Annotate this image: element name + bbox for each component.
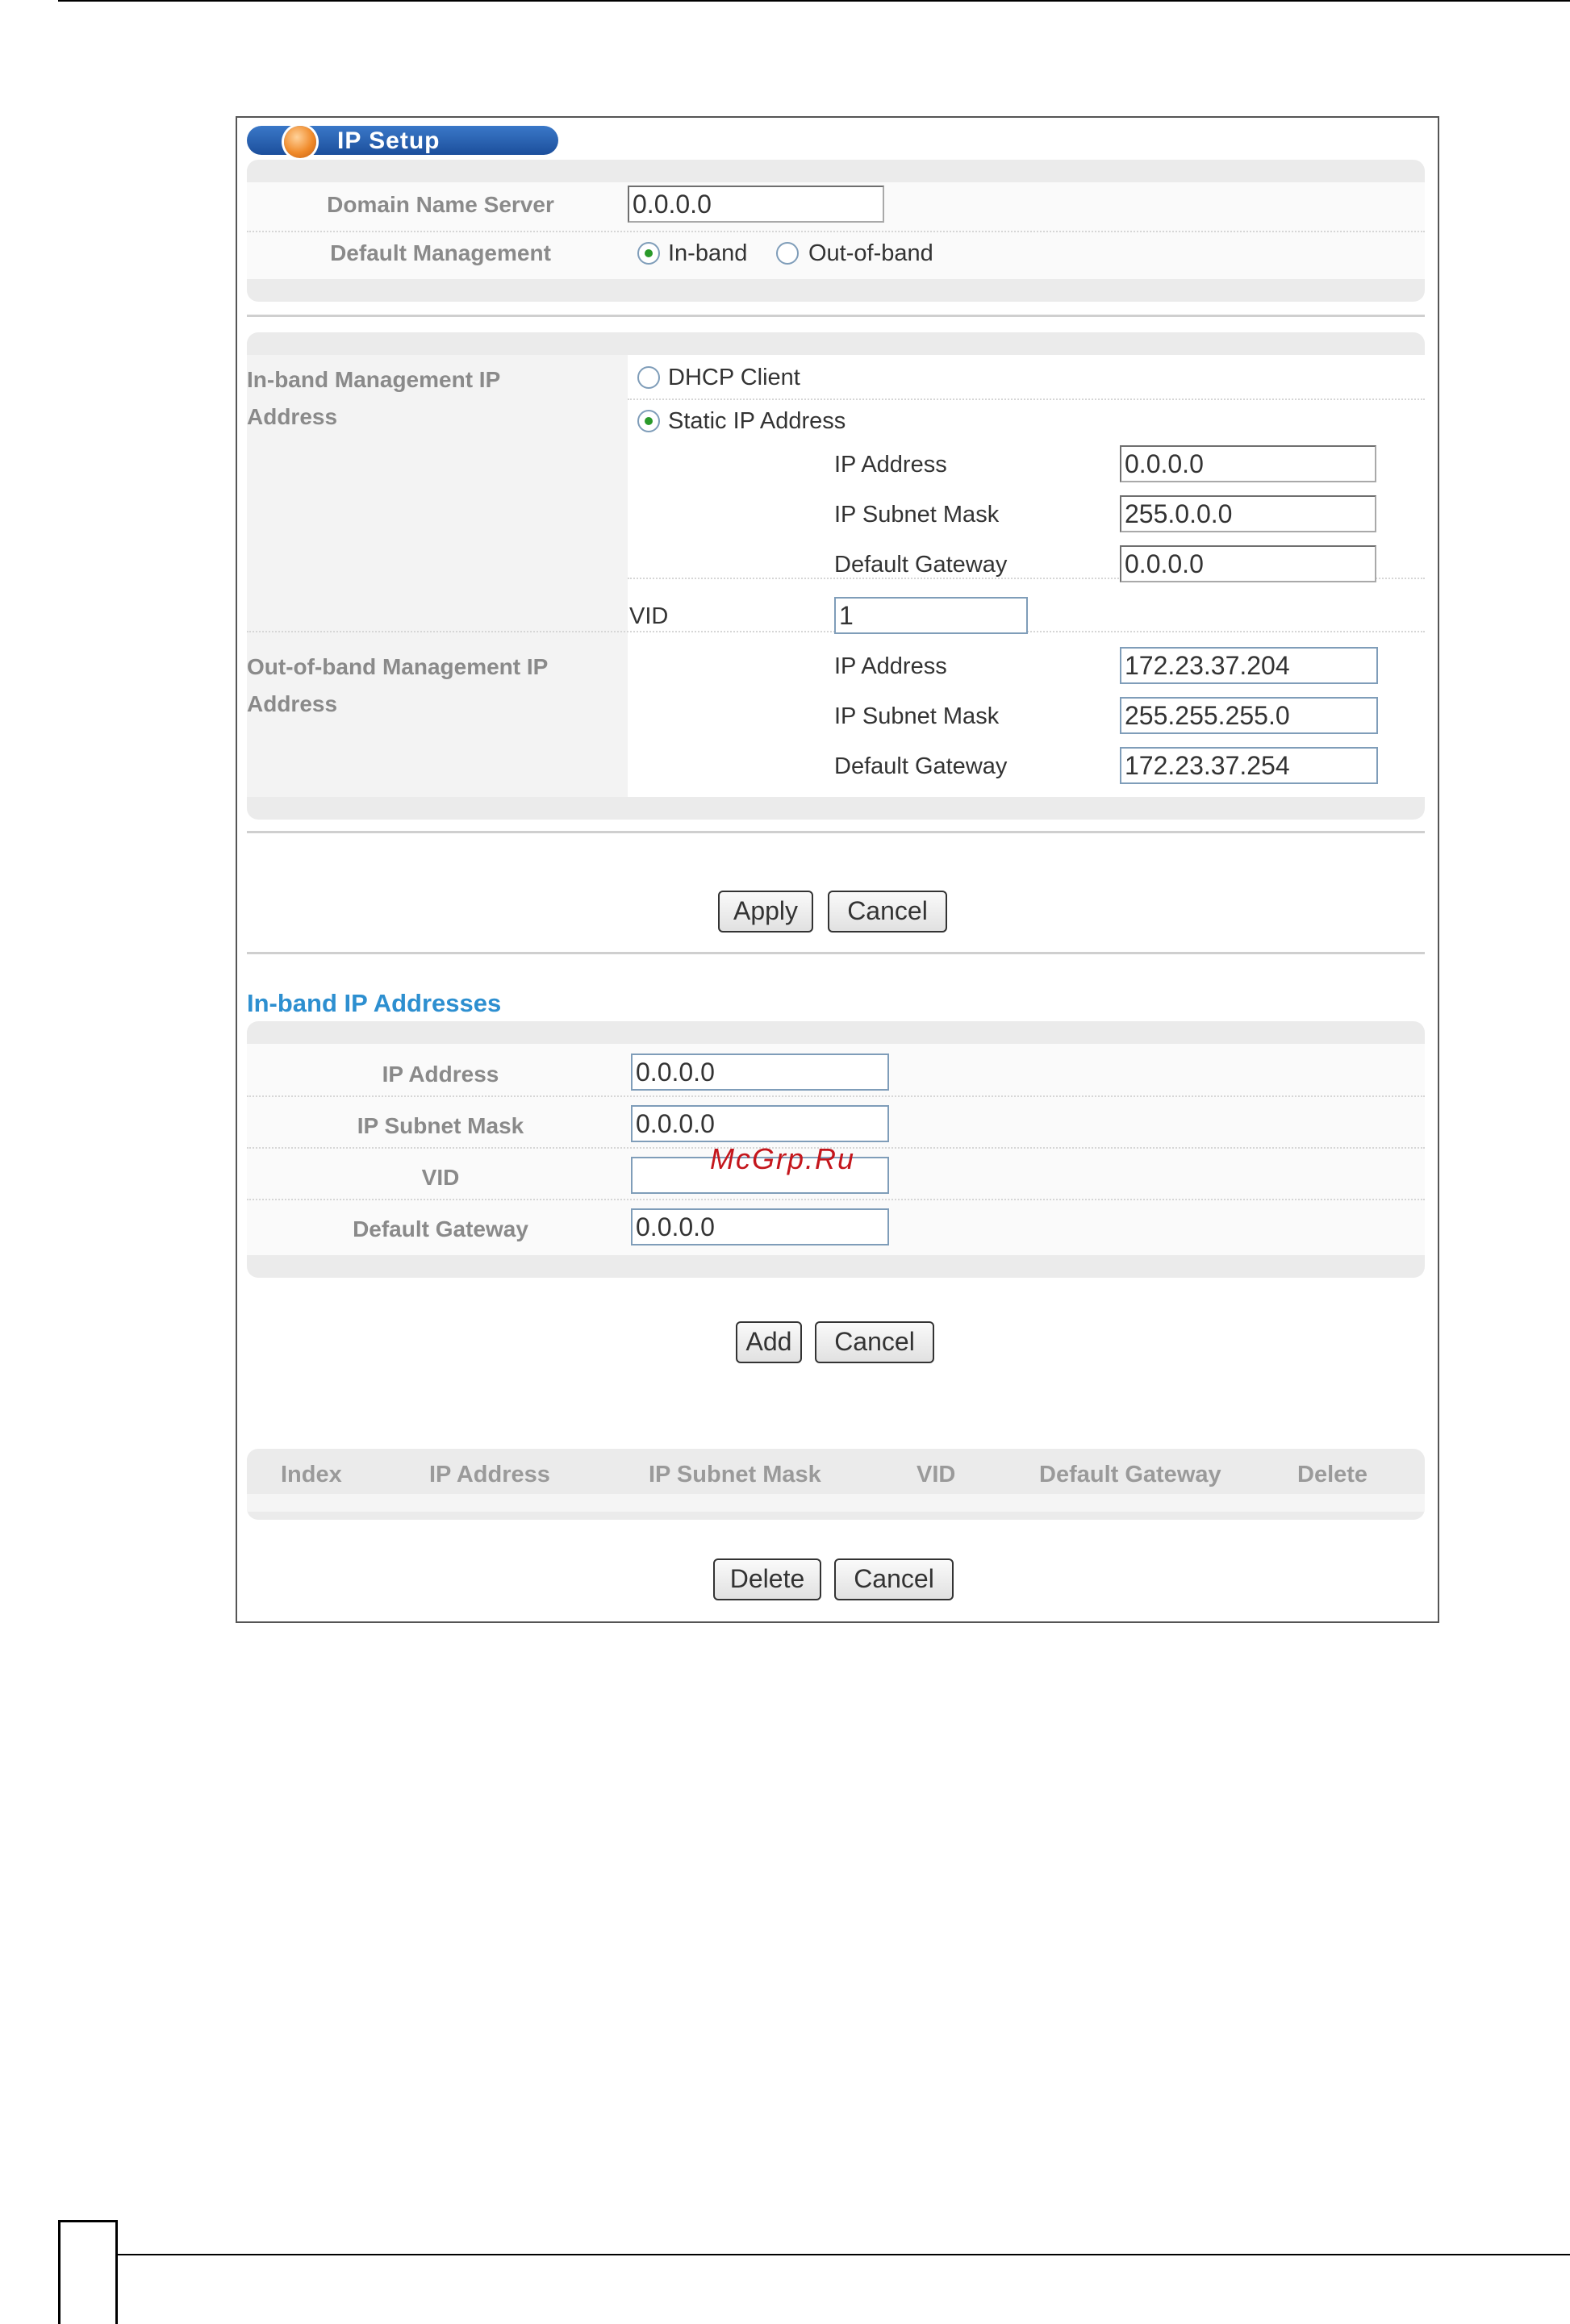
inband-ip-input[interactable]: 0.0.0.0 <box>1120 445 1376 482</box>
col-default-gateway: Default Gateway <box>1039 1462 1221 1487</box>
col-delete: Delete <box>1297 1462 1368 1487</box>
page-top-rule <box>58 0 1570 2</box>
outband-gw-label: Default Gateway <box>834 753 1008 779</box>
inband-mask-label: IP Subnet Mask <box>834 502 1000 528</box>
vid-label: VID <box>629 603 669 629</box>
general-panel: Domain Name Server 0.0.0.0 Default Manag… <box>247 160 1425 302</box>
inband-mgmt-label: In-band Management IP Address <box>247 367 500 429</box>
orb-icon <box>284 126 316 158</box>
default-mgmt-label: Default Management <box>330 240 551 265</box>
dhcp-client-radio[interactable] <box>637 366 660 389</box>
outband-radio-label: Out-of-band <box>808 240 933 266</box>
divider <box>247 315 1425 317</box>
add-button[interactable]: Add <box>736 1321 802 1363</box>
dns-input[interactable]: 0.0.0.0 <box>628 186 884 223</box>
banner-title: IP Setup <box>337 127 441 154</box>
col-index: Index <box>281 1462 342 1487</box>
vid-input[interactable]: 1 <box>834 597 1028 634</box>
cancel-button[interactable]: Cancel <box>815 1321 934 1363</box>
inband-radio-label: In-band <box>668 240 748 266</box>
dhcp-client-label: DHCP Client <box>668 365 800 390</box>
addr-ip-label: IP Address <box>382 1062 499 1087</box>
inband-mask-input[interactable]: 255.0.0.0 <box>1120 495 1376 532</box>
apply-button[interactable]: Apply <box>718 891 813 933</box>
cancel-button[interactable]: Cancel <box>828 891 947 933</box>
ip-setup-banner: IP Setup <box>247 126 558 158</box>
inband-radio[interactable] <box>637 242 660 265</box>
dns-label: Domain Name Server <box>327 192 554 217</box>
management-panel: In-band Management IP Address DHCP Clien… <box>247 332 1425 820</box>
outband-radio[interactable] <box>776 242 799 265</box>
outband-mgmt-label: Out-of-band Management IP Address <box>247 654 548 716</box>
watermark: McGrp.Ru <box>710 1142 856 1175</box>
outband-ip-input[interactable]: 172.23.37.204 <box>1120 647 1378 684</box>
divider <box>247 831 1425 833</box>
static-ip-radio[interactable] <box>637 410 660 432</box>
inband-gw-label: Default Gateway <box>834 552 1008 578</box>
col-ip-address: IP Address <box>429 1462 550 1487</box>
inband-addresses-title: In-band IP Addresses <box>247 989 502 1017</box>
inband-ip-label: IP Address <box>834 452 947 478</box>
outband-gw-input[interactable]: 172.23.37.254 <box>1120 747 1378 784</box>
cancel-button[interactable]: Cancel <box>834 1558 954 1600</box>
addresses-table: Index IP Address IP Subnet Mask VID Defa… <box>247 1449 1425 1520</box>
addr-gw-label: Default Gateway <box>353 1216 528 1241</box>
outband-mask-input[interactable]: 255.255.255.0 <box>1120 697 1378 734</box>
outband-ip-label: IP Address <box>834 653 947 679</box>
col-subnet-mask: IP Subnet Mask <box>649 1462 821 1487</box>
page-number-box <box>58 2220 118 2324</box>
addr-mask-label: IP Subnet Mask <box>357 1113 524 1138</box>
outband-mask-label: IP Subnet Mask <box>834 703 1000 729</box>
addr-ip-input[interactable]: 0.0.0.0 <box>631 1054 889 1091</box>
divider <box>247 952 1425 954</box>
col-vid: VID <box>917 1462 956 1487</box>
delete-button[interactable]: Delete <box>713 1558 821 1600</box>
addr-vid-label: VID <box>421 1165 460 1190</box>
ip-setup-screen: IP Setup Domain Name Server 0.0.0.0 Defa… <box>236 116 1439 1623</box>
static-ip-label: Static IP Address <box>668 408 846 434</box>
addr-mask-input[interactable]: 0.0.0.0 <box>631 1105 889 1142</box>
page-footer-rule <box>118 2254 1570 2255</box>
inband-gw-input[interactable]: 0.0.0.0 <box>1120 545 1376 582</box>
addr-gw-input[interactable]: 0.0.0.0 <box>631 1208 889 1245</box>
